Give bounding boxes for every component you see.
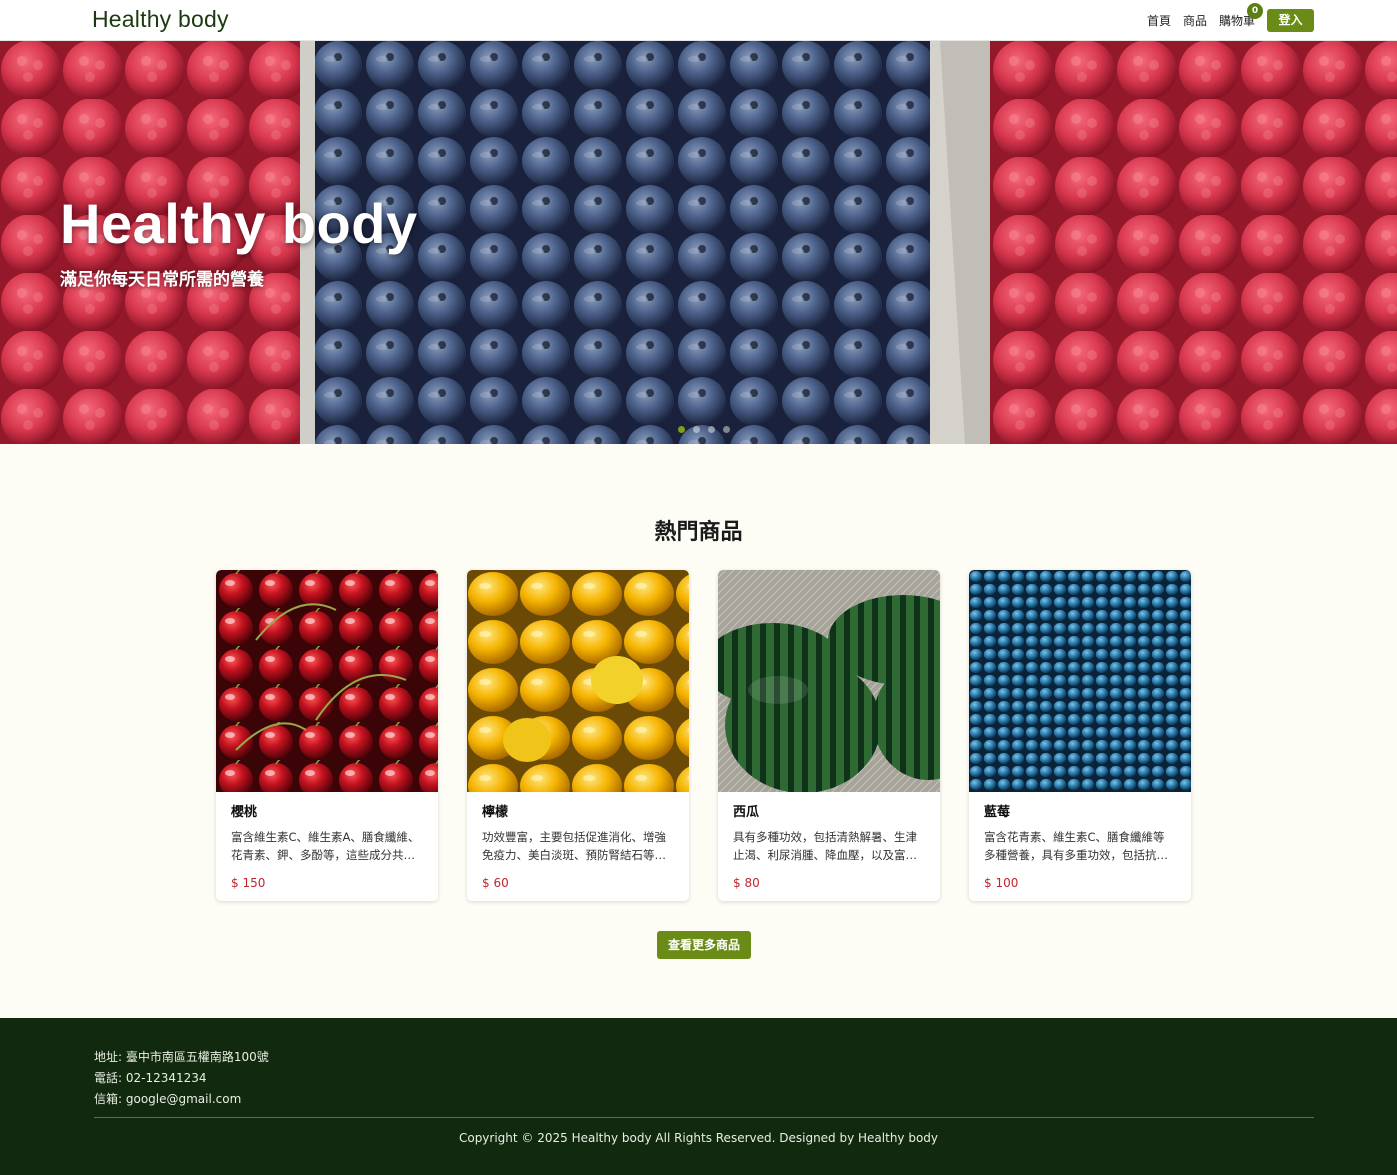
product-price: $ 150: [231, 876, 266, 890]
product-description: 富含維生素C、維生素A、膳食纖維、花青素、鉀、多酚等，這些成分共同作用有助於健康: [231, 830, 420, 862]
cherries-image: [216, 570, 438, 792]
footer-email: 信箱: google@gmail.com: [94, 1092, 242, 1106]
footer-phone: 電話: 02-12341234: [94, 1071, 207, 1085]
lemons-image: [467, 570, 689, 792]
hero-subtitle: 滿足你每天日常所需的營養: [60, 270, 264, 290]
cart-count-badge: 0: [1247, 2, 1263, 19]
product-description: 富含花青素、維生素C、膳食纖維等多種營養，具有多重功效，包括抗氧化作用: [984, 830, 1168, 862]
product-name: 西瓜: [733, 805, 760, 820]
product-card[interactable]: 西瓜 具有多種功效，包括清熱解暑、生津止渴、利尿消腫、降血壓，以及富含水分 $ …: [718, 570, 940, 901]
footer-address: 地址: 臺中市南區五權南路100號: [94, 1050, 269, 1064]
product-name: 檸檬: [482, 805, 509, 820]
footer-contact-info: 地址: 臺中市南區五權南路100號 電話: 02-12341234 信箱: go…: [94, 1047, 269, 1110]
carousel-indicators: [678, 426, 738, 433]
blueberries-image: [969, 570, 1191, 792]
section-title: 熱門商品: [654, 520, 743, 545]
carousel-dot-3[interactable]: [708, 426, 715, 433]
hero-title: Healthy body: [60, 192, 418, 255]
product-list: 櫻桃 富含維生素C、維生素A、膳食纖維、花青素、鉀、多酚等，這些成分共同作用有助…: [216, 570, 1193, 902]
product-description: 具有多種功效，包括清熱解暑、生津止渴、利尿消腫、降血壓，以及富含水分: [733, 830, 917, 862]
nav-link-cart[interactable]: 購物車 0: [1219, 2, 1263, 32]
brand-logo[interactable]: Healthy body: [92, 6, 229, 33]
view-more-products-button[interactable]: 查看更多商品: [657, 931, 751, 959]
product-name: 藍莓: [984, 805, 1011, 820]
carousel-dot-2[interactable]: [693, 426, 700, 433]
watermelons-image: [718, 570, 940, 792]
footer-copyright: Copyright © 2025 Healthy body All Rights…: [458, 1131, 939, 1145]
product-price: $ 100: [984, 876, 1019, 890]
nav-links: 首頁 商品 購物車 0 登入: [1135, 2, 1314, 32]
navbar: Healthy body 首頁 商品 購物車 0 登入: [0, 0, 1397, 41]
nav-link-products[interactable]: 商品: [1183, 10, 1207, 32]
product-price: $ 80: [733, 876, 760, 890]
product-price: $ 60: [482, 876, 509, 890]
carousel-dot-1[interactable]: [678, 426, 685, 433]
product-description: 功效豐富，主要包括促進消化、增強免疫力、美白淡斑、預防腎結石等功效: [482, 830, 666, 862]
nav-link-home[interactable]: 首頁: [1147, 10, 1171, 32]
product-name: 櫻桃: [231, 805, 258, 820]
login-button[interactable]: 登入: [1267, 9, 1314, 32]
hero-carousel[interactable]: Healthy body 滿足你每天日常所需的營養: [0, 41, 1397, 444]
footer: 地址: 臺中市南區五權南路100號 電話: 02-12341234 信箱: go…: [0, 1018, 1397, 1175]
product-card[interactable]: 櫻桃 富含維生素C、維生素A、膳食纖維、花青素、鉀、多酚等，這些成分共同作用有助…: [216, 570, 438, 901]
footer-divider: [94, 1117, 1314, 1118]
carousel-dot-4[interactable]: [723, 426, 730, 433]
product-card[interactable]: 藍莓 富含花青素、維生素C、膳食纖維等多種營養，具有多重功效，包括抗氧化作用 $…: [969, 570, 1191, 901]
product-card[interactable]: 檸檬 功效豐富，主要包括促進消化、增強免疫力、美白淡斑、預防腎結石等功效 $ 6…: [467, 570, 689, 901]
